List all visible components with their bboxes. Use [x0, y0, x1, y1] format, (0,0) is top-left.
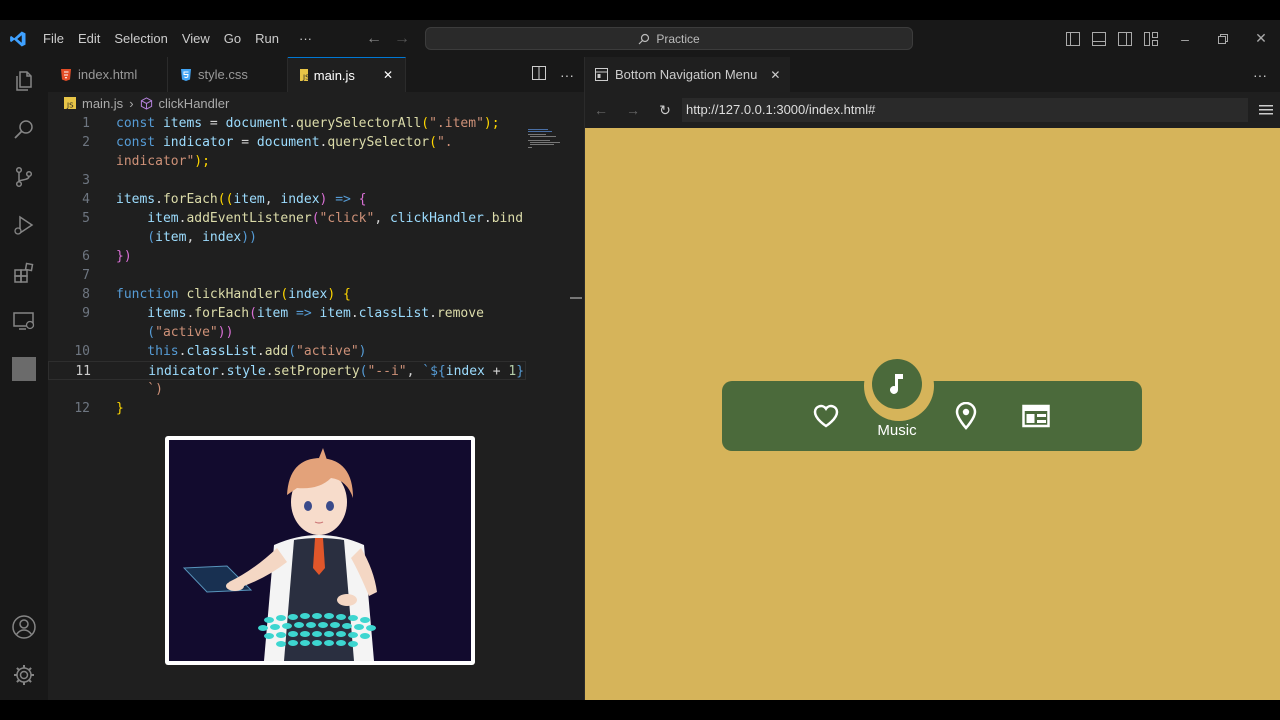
- tab-style-css[interactable]: style.css: [168, 57, 288, 92]
- browser-tab-strip: Bottom Navigation Menu ✕ ···: [585, 57, 1280, 92]
- newspaper-icon[interactable]: [1021, 401, 1051, 431]
- minimize-icon[interactable]: –: [1166, 20, 1204, 57]
- editor-actions: ···: [532, 57, 574, 92]
- restore-icon[interactable]: [1204, 20, 1242, 57]
- line-number: 10: [74, 344, 90, 359]
- line-number: 9: [82, 306, 90, 321]
- toggle-primary-sidebar-icon[interactable]: [1064, 30, 1082, 48]
- editor-tabs: index.html style.css JS main.js ✕ ···: [48, 57, 584, 92]
- back-arrow-icon[interactable]: ←: [366, 30, 382, 48]
- webcam-avatar-overlay: [165, 436, 475, 665]
- music-note-icon: [890, 374, 903, 394]
- layout-controls: [1064, 20, 1160, 57]
- page-viewport: Music: [585, 128, 1280, 700]
- line-number: 3: [82, 173, 90, 188]
- svg-text:JS: JS: [66, 102, 74, 110]
- svg-text:JS: JS: [302, 74, 308, 82]
- editor-group: index.html style.css JS main.js ✕ ··· JS…: [48, 57, 584, 700]
- line-number: 4: [82, 192, 90, 207]
- close-window-icon[interactable]: ✕: [1242, 20, 1280, 57]
- command-center-search[interactable]: Practice: [425, 27, 913, 50]
- browser-tab-title: Bottom Navigation Menu: [615, 67, 758, 82]
- square-extension-icon[interactable]: [0, 345, 48, 393]
- breadcrumb-symbol[interactable]: clickHandler: [159, 96, 230, 111]
- forward-arrow-icon[interactable]: →: [617, 92, 649, 128]
- close-tab-icon[interactable]: ✕: [383, 68, 393, 82]
- browser-menu-icon[interactable]: [1259, 92, 1273, 128]
- js-file-icon: JS: [300, 69, 308, 81]
- bottom-navigation-menu: Music: [722, 351, 1142, 451]
- split-editor-icon[interactable]: [532, 66, 546, 83]
- search-icon: [638, 33, 650, 44]
- simple-browser-panel: Bottom Navigation Menu ✕ ··· ← → ↻ http:…: [584, 57, 1280, 700]
- tab-label: style.css: [198, 67, 248, 82]
- css-file-icon: [181, 68, 191, 81]
- chevron-right-icon: ›: [129, 95, 134, 111]
- line-number: 2: [82, 135, 90, 150]
- menu-go[interactable]: Go: [217, 20, 248, 57]
- more-actions-icon[interactable]: ···: [1253, 57, 1267, 92]
- search-icon[interactable]: [0, 105, 48, 153]
- remote-explorer-icon[interactable]: [0, 297, 48, 345]
- close-tab-icon[interactable]: ✕: [770, 68, 780, 82]
- cube-symbol-icon: [140, 96, 152, 110]
- history-nav: ← →: [366, 20, 410, 57]
- avatar-image: [169, 440, 471, 661]
- extensions-icon[interactable]: [0, 249, 48, 297]
- run-and-debug-icon[interactable]: [0, 201, 48, 249]
- forward-arrow-icon[interactable]: →: [394, 30, 410, 48]
- tab-label: main.js: [313, 67, 355, 83]
- location-pin-icon[interactable]: [951, 401, 981, 431]
- url-input[interactable]: http://127.0.0.1:3000/index.html#: [682, 98, 1248, 122]
- window-controls: – ✕: [1166, 20, 1280, 57]
- title-bar: File Edit Selection View Go Run ··· ← → …: [0, 20, 1280, 57]
- breadcrumb-file[interactable]: main.js: [82, 96, 123, 111]
- minimap[interactable]: [528, 129, 564, 149]
- settings-gear-icon[interactable]: [0, 651, 48, 699]
- more-actions-icon[interactable]: ···: [560, 67, 574, 83]
- html-file-icon: [61, 68, 71, 81]
- menu-file[interactable]: File: [36, 20, 71, 57]
- menu-more[interactable]: ···: [292, 20, 319, 57]
- js-file-icon: JS: [64, 97, 76, 109]
- line-number: 5: [82, 211, 90, 226]
- breadcrumb: JS main.js › clickHandler: [64, 92, 229, 114]
- back-arrow-icon[interactable]: ←: [585, 92, 617, 128]
- vscode-logo-icon[interactable]: [0, 20, 36, 57]
- current-code-line: 11 indicator.style.setProperty("--i", `$…: [48, 361, 526, 380]
- customize-layout-icon[interactable]: [1142, 30, 1160, 48]
- menu-edit[interactable]: Edit: [71, 20, 107, 57]
- search-label: Practice: [656, 31, 700, 46]
- tab-label: index.html: [78, 67, 138, 82]
- menu-selection[interactable]: Selection: [107, 20, 174, 57]
- tab-index-html[interactable]: index.html: [48, 57, 168, 92]
- line-number: 7: [82, 268, 90, 283]
- line-number: 1: [82, 116, 90, 131]
- tab-main-js[interactable]: JS main.js ✕: [288, 57, 406, 92]
- line-number: 8: [82, 287, 90, 302]
- browser-preview-icon: [595, 68, 608, 81]
- account-icon[interactable]: [0, 603, 48, 651]
- active-indicator[interactable]: [872, 359, 922, 409]
- toggle-secondary-sidebar-icon[interactable]: [1116, 30, 1134, 48]
- active-nav-label[interactable]: Music: [857, 422, 937, 439]
- toggle-panel-icon[interactable]: [1090, 30, 1108, 48]
- browser-tab[interactable]: Bottom Navigation Menu ✕: [585, 57, 791, 92]
- reload-icon[interactable]: ↻: [649, 92, 681, 128]
- menu-run[interactable]: Run: [248, 20, 286, 57]
- source-control-icon[interactable]: [0, 153, 48, 201]
- browser-toolbar: ← → ↻ http://127.0.0.1:3000/index.html#: [585, 92, 1280, 128]
- vscode-window: File Edit Selection View Go Run ··· ← → …: [0, 20, 1280, 700]
- explorer-icon[interactable]: [0, 57, 48, 105]
- line-number: 6: [82, 249, 90, 264]
- line-number: 12: [74, 401, 90, 416]
- heart-icon[interactable]: [811, 401, 841, 431]
- menu-view[interactable]: View: [175, 20, 217, 57]
- scrollbar-marker[interactable]: [570, 297, 582, 299]
- line-number: 11: [75, 364, 91, 379]
- activity-bar: [0, 57, 48, 700]
